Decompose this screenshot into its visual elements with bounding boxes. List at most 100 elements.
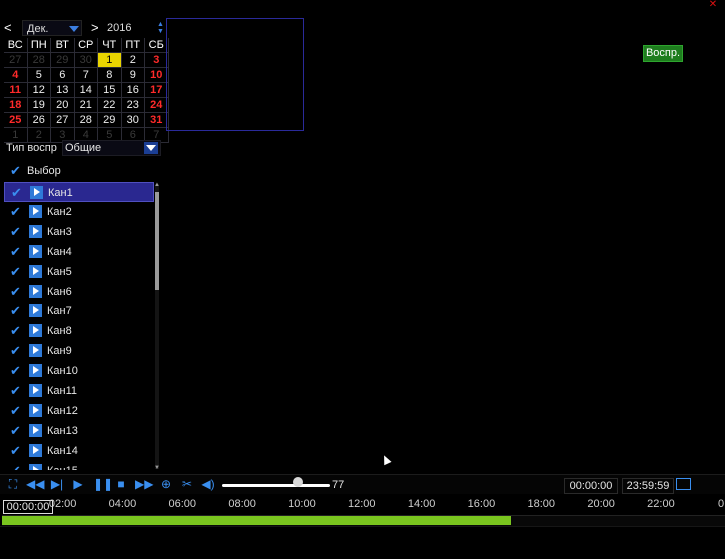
volume-knob[interactable]	[293, 477, 303, 487]
calendar-day[interactable]: 4	[4, 67, 28, 83]
calendar-day[interactable]: 25	[4, 112, 28, 128]
calendar-day[interactable]: 11	[4, 82, 28, 98]
next-month-icon[interactable]: >	[91, 20, 99, 36]
calendar-day[interactable]: 7	[74, 67, 98, 83]
channel-row[interactable]: ✔ Кан5	[4, 262, 154, 282]
checkbox-icon[interactable]: ✔	[10, 245, 21, 258]
play-icon[interactable]	[29, 204, 42, 218]
checkbox-icon[interactable]: ✔	[10, 225, 21, 238]
play-icon[interactable]	[29, 423, 42, 437]
checkbox-icon[interactable]: ✔	[10, 344, 21, 357]
stop-icon[interactable]: ■	[115, 477, 127, 491]
channel-row[interactable]: ✔ Кан4	[4, 242, 154, 262]
calendar-day[interactable]: 21	[74, 97, 98, 113]
calendar-day[interactable]: 29	[50, 52, 75, 68]
calendar-day[interactable]: 27	[4, 52, 28, 68]
calendar-day[interactable]: 16	[121, 82, 145, 98]
calendar-day[interactable]: 29	[97, 112, 122, 128]
calendar-day[interactable]: 23	[121, 97, 145, 113]
play-type-select[interactable]: Общие	[62, 140, 161, 156]
checkbox-icon[interactable]: ✔	[10, 265, 21, 278]
calendar-day[interactable]: 27	[50, 112, 75, 128]
calendar-day[interactable]: 5	[27, 67, 51, 83]
calendar-day[interactable]: 1	[97, 52, 122, 68]
channel-row[interactable]: ✔ Кан12	[4, 401, 154, 421]
play-icon[interactable]	[29, 284, 42, 298]
channel-row[interactable]: ✔ Кан13	[4, 421, 154, 441]
pause-icon[interactable]: ❚❚	[93, 477, 113, 491]
checkbox-icon[interactable]: ✔	[10, 205, 21, 218]
zoom-icon[interactable]: ⊕	[159, 477, 173, 491]
calendar-day[interactable]: 26	[27, 112, 51, 128]
rewind-icon[interactable]: ◀◀	[26, 477, 44, 491]
play-icon[interactable]	[29, 304, 42, 318]
play-button[interactable]: Воспр.	[643, 45, 683, 62]
play-icon[interactable]	[29, 403, 42, 417]
calendar-day[interactable]: 19	[27, 97, 51, 113]
channel-row[interactable]: ✔ Кан9	[4, 341, 154, 361]
clip-icon[interactable]: ✂	[180, 477, 194, 491]
calendar-day[interactable]: 31	[144, 112, 169, 128]
checkbox-icon[interactable]: ✔	[10, 324, 21, 337]
prev-month-icon[interactable]: <	[4, 20, 12, 36]
checkbox-icon[interactable]: ✔	[10, 384, 21, 397]
calendar-day[interactable]: 13	[50, 82, 75, 98]
calendar-icon[interactable]	[676, 478, 691, 490]
play-icon[interactable]	[30, 186, 43, 199]
checkbox-icon[interactable]: ✔	[10, 364, 21, 377]
checkbox-icon[interactable]: ✔	[10, 464, 21, 470]
recording-bar[interactable]	[2, 516, 511, 525]
calendar-day[interactable]: 28	[27, 52, 51, 68]
checkbox-icon[interactable]: ✔	[10, 285, 21, 298]
month-select[interactable]: Дек.	[22, 20, 82, 36]
play-icon[interactable]	[29, 324, 42, 338]
fullscreen-icon[interactable]: ⛶	[6, 477, 20, 491]
scrollbar-thumb[interactable]	[155, 192, 159, 290]
channel-row[interactable]: ✔ Кан11	[4, 381, 154, 401]
channel-row[interactable]: ✔ Кан15	[4, 461, 154, 470]
calendar-day[interactable]: 18	[4, 97, 28, 113]
scroll-down-icon[interactable]: ▼	[154, 465, 160, 471]
select-all-checkbox-icon[interactable]: ✔	[10, 164, 21, 177]
checkbox-icon[interactable]: ✔	[10, 304, 21, 317]
channel-row[interactable]: ✔ Кан6	[4, 282, 154, 302]
calendar-day[interactable]: 22	[97, 97, 122, 113]
calendar-day[interactable]: 20	[50, 97, 75, 113]
play-icon[interactable]: ▶	[72, 477, 84, 491]
calendar-day[interactable]: 9	[121, 67, 145, 83]
calendar-day[interactable]: 30	[74, 52, 98, 68]
channel-row[interactable]: ✔ Кан10	[4, 361, 154, 381]
volume-slider[interactable]	[222, 484, 330, 487]
channel-row[interactable]: ✔ Кан1	[4, 182, 154, 202]
play-icon[interactable]	[29, 344, 42, 358]
play-icon[interactable]	[29, 264, 42, 278]
channel-row[interactable]: ✔ Кан14	[4, 441, 154, 461]
speaker-icon[interactable]: ◀)	[200, 477, 216, 491]
calendar-day[interactable]: 2	[121, 52, 145, 68]
calendar-day[interactable]: 15	[97, 82, 122, 98]
checkbox-icon[interactable]: ✔	[10, 424, 21, 437]
checkbox-icon[interactable]: ✔	[10, 444, 21, 457]
channel-row[interactable]: ✔ Кан7	[4, 301, 154, 321]
step-back-icon[interactable]: ▶|	[50, 477, 64, 491]
play-icon[interactable]	[29, 443, 42, 457]
play-icon[interactable]	[29, 384, 42, 397]
play-icon[interactable]	[29, 244, 42, 258]
close-icon[interactable]: ✕	[706, 0, 720, 10]
end-time-field[interactable]: 23:59:59	[622, 478, 674, 494]
play-icon[interactable]	[29, 224, 42, 238]
checkbox-icon[interactable]: ✔	[11, 186, 22, 199]
calendar-day[interactable]: 28	[74, 112, 98, 128]
channel-row[interactable]: ✔ Кан8	[4, 321, 154, 341]
scroll-up-icon[interactable]: ▲	[154, 182, 160, 188]
calendar-day[interactable]: 17	[144, 82, 169, 98]
calendar-day[interactable]: 12	[27, 82, 51, 98]
channel-row[interactable]: ✔ Кан3	[4, 222, 154, 242]
play-icon[interactable]	[29, 463, 42, 470]
calendar-day[interactable]: 30	[121, 112, 145, 128]
play-icon[interactable]	[29, 364, 42, 378]
year-spinner-icon[interactable]: ▲ ▼	[157, 21, 164, 35]
calendar-day[interactable]: 14	[74, 82, 98, 98]
calendar-day[interactable]: 24	[144, 97, 169, 113]
calendar-day[interactable]: 10	[144, 67, 169, 83]
